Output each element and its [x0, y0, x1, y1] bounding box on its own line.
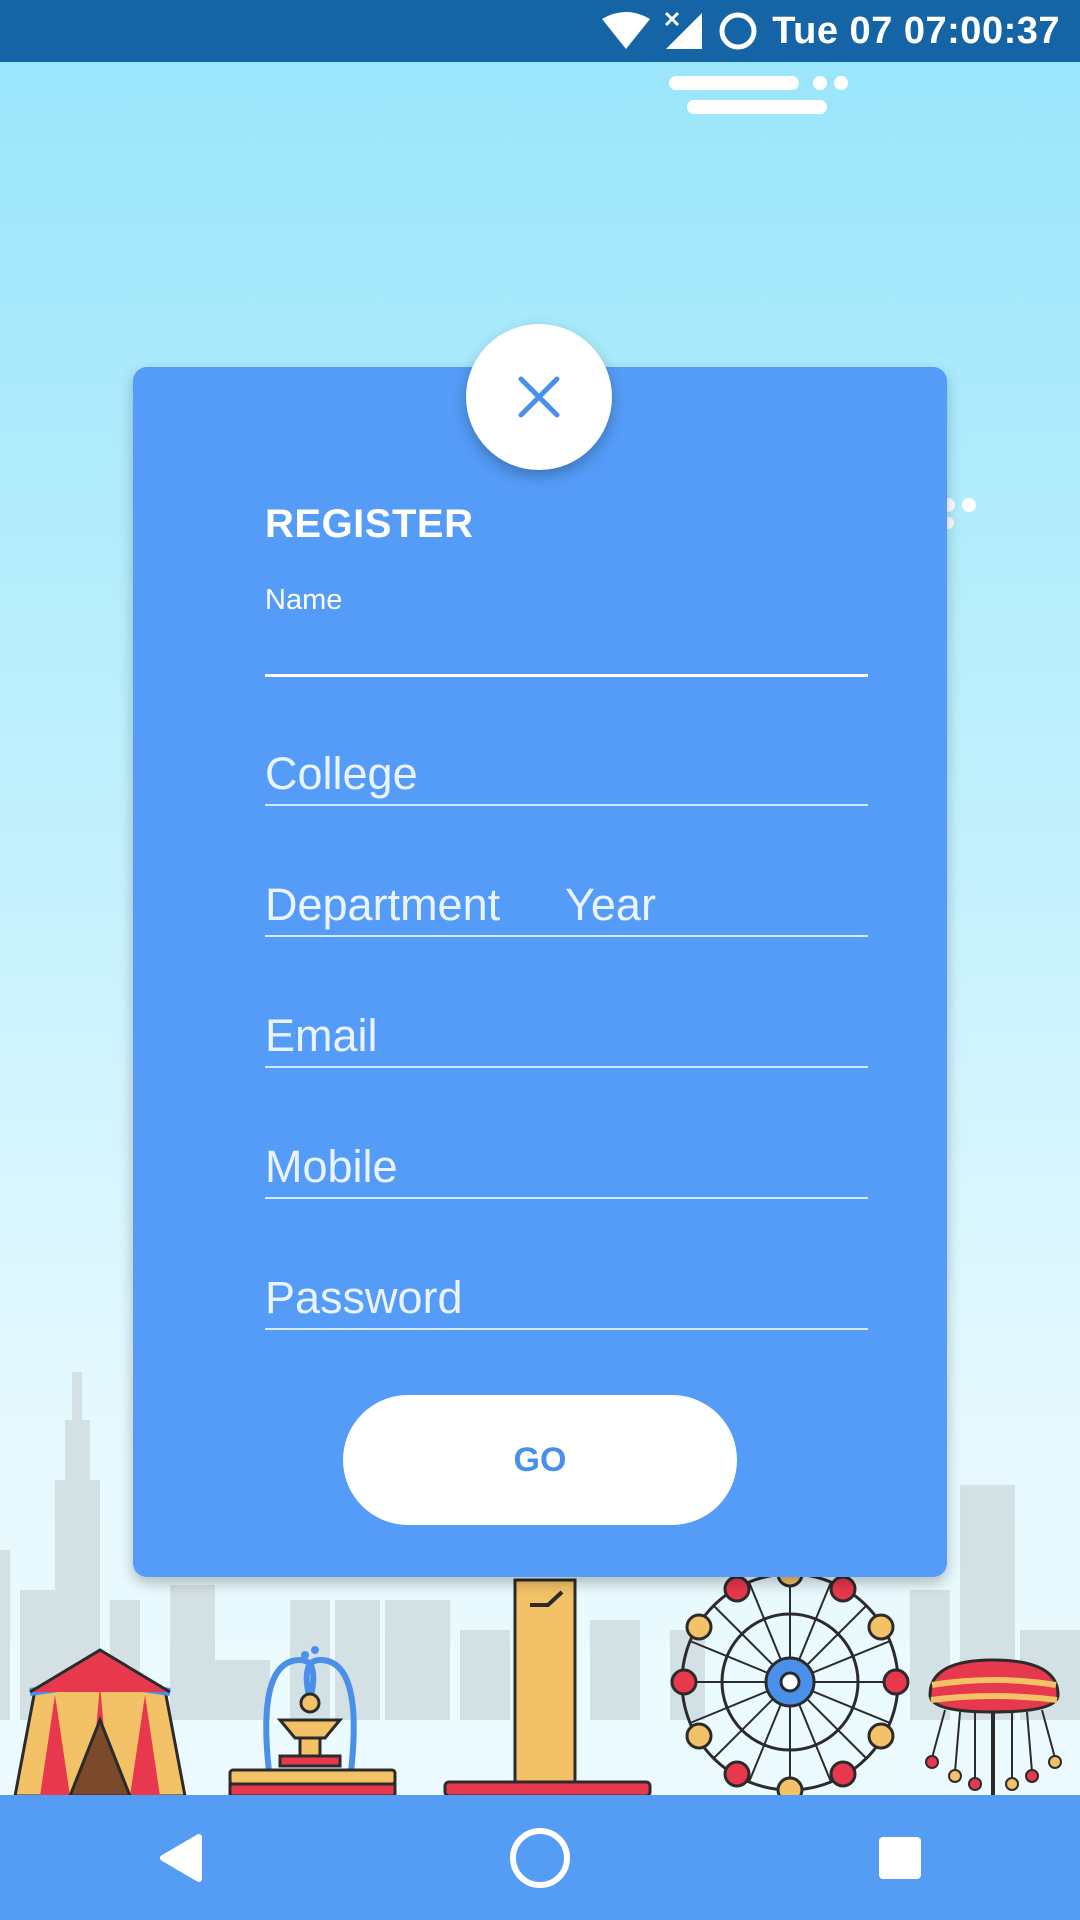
signal-no-data-icon: [665, 11, 703, 49]
year-field[interactable]: [565, 875, 865, 935]
home-circle-icon: [510, 1827, 570, 1888]
ferris-wheel-shape: [670, 1560, 910, 1796]
home-button[interactable]: [480, 1808, 600, 1908]
status-time: Tue 07 07:00:37: [772, 9, 1060, 52]
cloud-decoration: [669, 76, 848, 114]
department-field[interactable]: [265, 875, 535, 935]
navigation-bar: [0, 1795, 1080, 1920]
password-field[interactable]: [265, 1268, 868, 1330]
close-button[interactable]: [466, 324, 612, 470]
back-triangle-icon: [160, 1833, 202, 1882]
mobile-field[interactable]: [265, 1137, 868, 1199]
swing-ride-shape: [925, 1658, 1062, 1796]
wifi-icon: [602, 12, 651, 49]
recents-square-icon: [879, 1836, 921, 1879]
department-year-row: [265, 875, 868, 937]
name-field[interactable]: [265, 614, 868, 677]
recents-button[interactable]: [840, 1808, 960, 1908]
go-button[interactable]: GO: [343, 1395, 737, 1525]
sync-circle-icon: [719, 12, 757, 50]
college-field[interactable]: [265, 744, 868, 806]
status-bar: Tue 07 07:00:37: [0, 0, 1080, 62]
status-icons: Tue 07 07:00:37: [602, 8, 1060, 54]
register-title: REGISTER: [265, 502, 474, 546]
close-icon: [518, 376, 560, 418]
name-label: Name: [265, 584, 343, 616]
back-button[interactable]: [120, 1808, 240, 1908]
email-field[interactable]: [265, 1006, 868, 1068]
